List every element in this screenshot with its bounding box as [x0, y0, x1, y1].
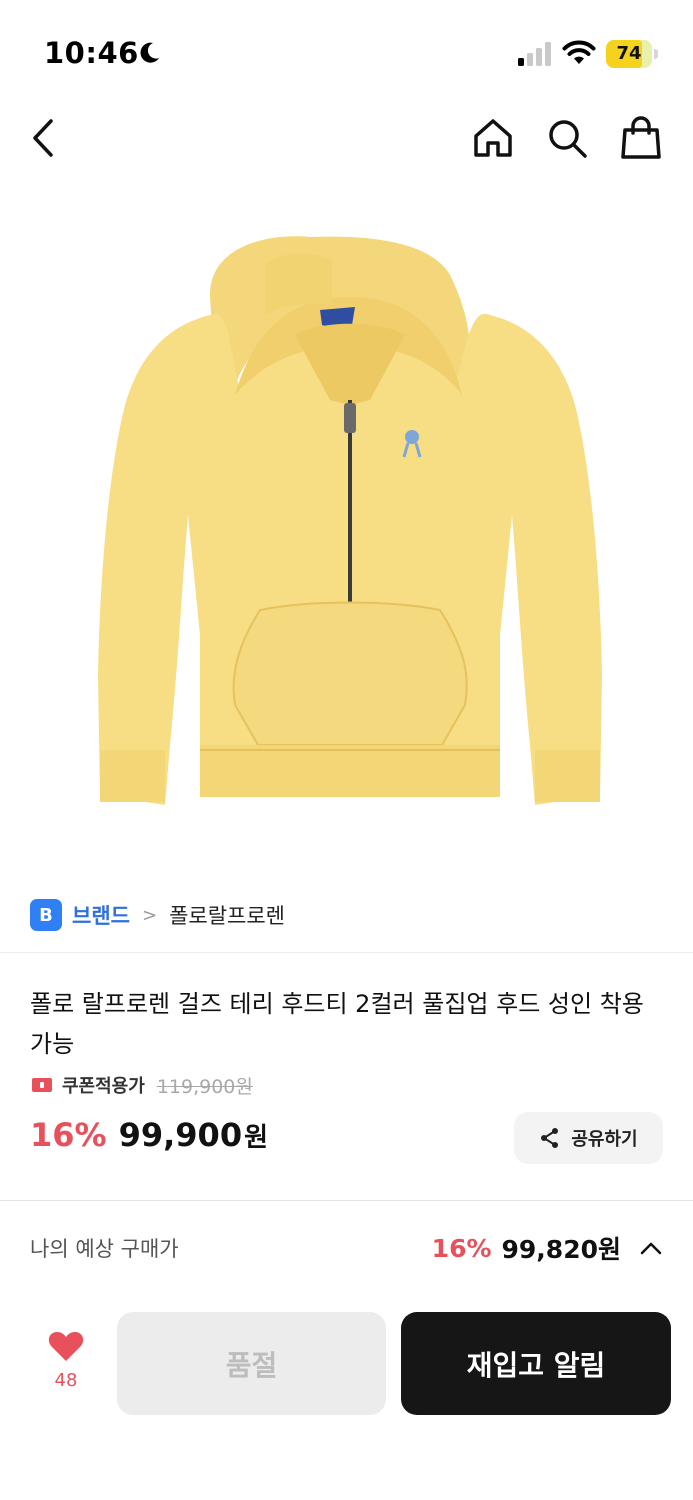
expected-price-row[interactable]: 나의 예상 구매가 16% 99,820원 — [30, 1222, 663, 1274]
top-nav — [0, 108, 693, 168]
home-icon — [474, 119, 512, 157]
cellular-signal-icon — [518, 42, 551, 66]
back-button[interactable] — [20, 108, 66, 168]
expected-price-label: 나의 예상 구매가 — [30, 1237, 179, 1261]
chevron-up-icon — [640, 1242, 662, 1255]
search-button[interactable] — [544, 108, 590, 168]
expected-price-value: 99,820원 — [501, 1235, 621, 1264]
moon-icon — [140, 42, 159, 63]
breadcrumb-separator: > — [141, 904, 158, 926]
coupon-icon — [32, 1078, 52, 1092]
wifi-icon — [562, 40, 596, 64]
share-icon — [541, 1128, 559, 1148]
brand-name-link[interactable]: 폴로랄프로렌 — [169, 900, 285, 930]
share-label: 공유하기 — [571, 1129, 638, 1150]
search-icon — [549, 120, 587, 158]
like-count: 48 — [54, 1370, 78, 1391]
soldout-button: 품절 — [117, 1312, 386, 1415]
expected-price-toggle[interactable]: 16% 99,820원 — [432, 1230, 663, 1266]
home-button[interactable] — [470, 108, 516, 168]
battery-indicator: 74 — [606, 40, 658, 68]
cart-button[interactable] — [618, 108, 664, 168]
coupon-price-row: 쿠폰적용가 119,900원 — [32, 1071, 253, 1099]
sale-price: 99,900 — [118, 1116, 243, 1154]
product-image[interactable] — [70, 205, 630, 855]
divider — [0, 1200, 693, 1201]
price-row: 16% 99,900 원 — [30, 1116, 268, 1154]
coupon-label: 쿠폰적용가 — [62, 1076, 145, 1097]
status-bar: 10:46 74 — [0, 0, 693, 100]
shopping-bag-icon — [621, 116, 661, 159]
brand-badge-icon: B — [30, 899, 62, 931]
like-button[interactable]: 48 — [36, 1330, 96, 1410]
status-time: 10:46 — [44, 36, 139, 70]
share-button[interactable]: 공유하기 — [514, 1112, 663, 1164]
brand-breadcrumb[interactable]: B 브랜드 > 폴로랄프로렌 — [30, 896, 285, 934]
back-arrow-icon — [33, 119, 53, 157]
brand-label[interactable]: 브랜드 — [72, 900, 130, 930]
restock-alert-button[interactable]: 재입고 알림 — [401, 1312, 671, 1415]
original-price: 119,900원 — [156, 1075, 253, 1098]
expected-discount-rate: 16% — [431, 1233, 492, 1263]
product-title: 폴로 랄프로렌 걸즈 테리 후드티 2컬러 풀집업 후드 성인 착용 가능 — [30, 990, 644, 1058]
battery-level: 74 — [616, 43, 642, 64]
divider — [0, 952, 693, 953]
heart-icon — [48, 1332, 84, 1361]
currency-unit: 원 — [244, 1123, 268, 1153]
discount-rate: 16% — [30, 1116, 107, 1154]
